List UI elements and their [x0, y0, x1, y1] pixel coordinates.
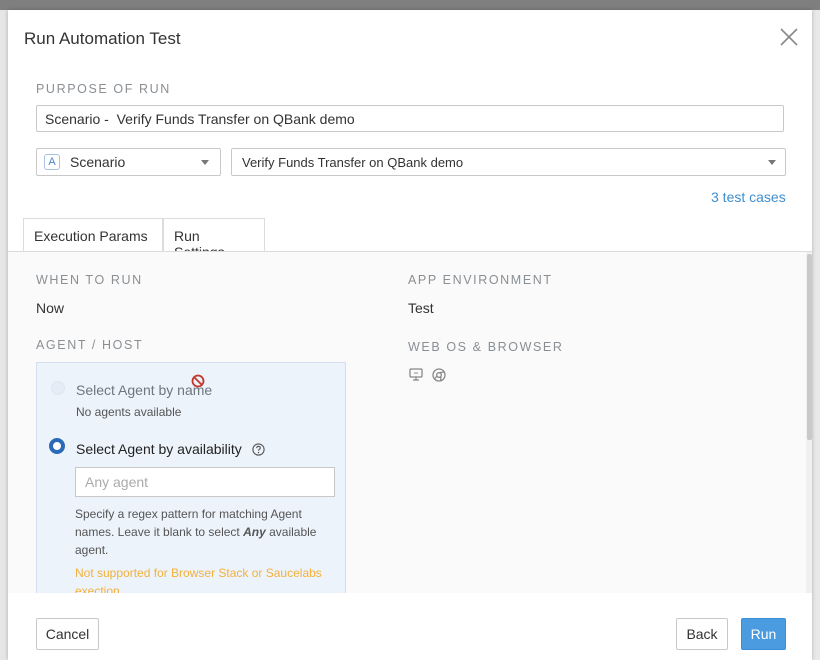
- agent-pattern-input[interactable]: [75, 467, 335, 497]
- web-os-browser-label: Web OS & Browser: [408, 340, 564, 354]
- purpose-label: Purpose of Run: [36, 82, 171, 96]
- tab-execution-params[interactable]: Execution Params: [23, 218, 163, 251]
- chevron-down-icon: [201, 160, 209, 165]
- test-cases-link[interactable]: 3 test cases: [711, 189, 786, 205]
- window-top-bar: [0, 0, 820, 10]
- agent-host-label: Agent / Host: [36, 338, 144, 352]
- monitor-icon: [409, 368, 423, 381]
- help-icon[interactable]: [252, 443, 265, 456]
- app-environment-value: Test: [408, 300, 434, 316]
- agent-by-availability-radio[interactable]: [49, 438, 65, 454]
- no-agents-text: No agents available: [76, 405, 182, 419]
- run-type-value: Scenario: [70, 154, 126, 170]
- dialog-footer: Cancel Back Run: [8, 593, 812, 660]
- when-to-run-value: Now: [36, 300, 65, 316]
- scenario-select[interactable]: Verify Funds Transfer on QBank demo: [231, 148, 786, 176]
- background-page-right: [812, 10, 820, 660]
- dialog-title: Run Automation Test: [24, 29, 181, 48]
- run-settings-panel: When to Run Now Agent / Host App Environ…: [8, 251, 812, 602]
- run-button[interactable]: Run: [741, 618, 786, 650]
- close-icon[interactable]: [778, 26, 800, 48]
- run-type-select[interactable]: A Scenario: [36, 148, 221, 176]
- cancel-button[interactable]: Cancel: [36, 618, 99, 650]
- scenario-type-icon: A: [44, 154, 60, 170]
- tab-run-settings[interactable]: Run Settings: [163, 218, 265, 260]
- run-automation-test-dialog: Run Automation Test Purpose of Run A Sce…: [8, 10, 812, 660]
- chevron-down-icon: [768, 160, 776, 165]
- scenario-value: Verify Funds Transfer on QBank demo: [242, 155, 464, 170]
- chrome-icon: [432, 368, 446, 382]
- app-environment-label: App Environment: [408, 273, 553, 287]
- agent-by-name-radio[interactable]: [51, 381, 65, 395]
- scrollbar-thumb[interactable]: [807, 254, 812, 440]
- agent-by-availability-label: Select Agent by availability: [76, 441, 242, 457]
- back-button[interactable]: Back: [676, 618, 728, 650]
- purpose-input[interactable]: [36, 105, 784, 132]
- when-to-run-label: When to Run: [36, 273, 143, 287]
- not-allowed-icon: [191, 374, 205, 388]
- background-page-left: [0, 10, 8, 660]
- agent-pattern-hint: Specify a regex pattern for matching Age…: [75, 507, 317, 557]
- agent-selection-panel: Select Agent by name No agents available…: [36, 362, 346, 602]
